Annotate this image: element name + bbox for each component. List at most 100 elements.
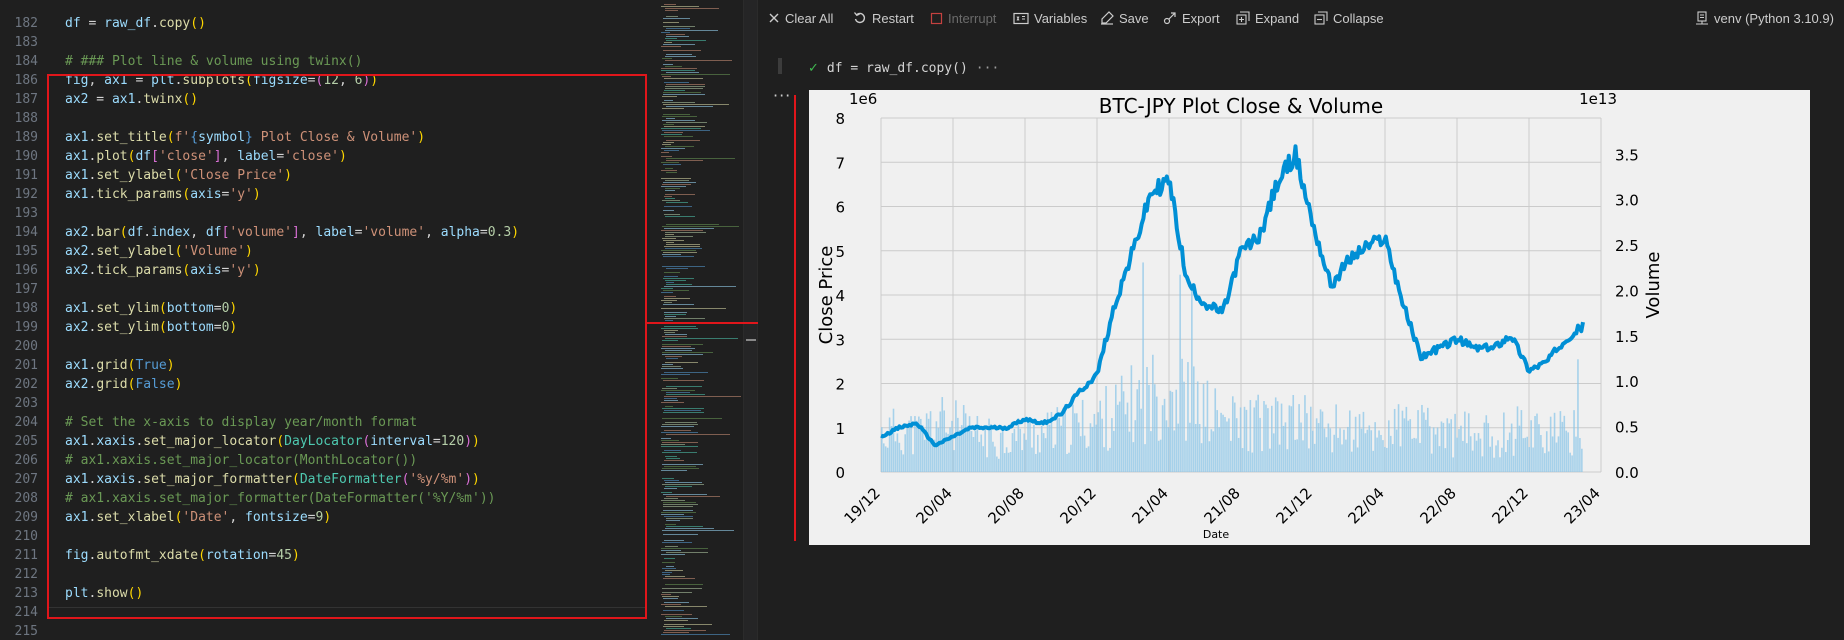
volume-bar (1292, 394, 1295, 472)
line-number: 190 (14, 149, 38, 164)
expand-icon (1236, 11, 1250, 25)
minimap-stroke (662, 588, 702, 589)
volume-bar (1563, 415, 1566, 472)
x-tick-label: 20/12 (1057, 484, 1100, 527)
volume-bar (1037, 434, 1039, 472)
volume-bar (1495, 445, 1497, 472)
line-number: 210 (14, 529, 38, 544)
line-number: 208 (14, 491, 38, 506)
collapse-button[interactable]: Collapse (1314, 9, 1384, 27)
minimap-stroke (663, 142, 674, 143)
volume-bar (1536, 413, 1538, 472)
volume-bar (1350, 451, 1353, 472)
volume-bar (1444, 448, 1447, 472)
volume-bar (1280, 403, 1283, 472)
minimap-stroke (665, 168, 673, 169)
volume-bar (1005, 447, 1008, 472)
y2-tick-label: 1.5 (1615, 328, 1639, 346)
cell-input-collapsed[interactable]: ✓ df = raw_df.copy() ··· (808, 61, 999, 76)
volume-bar (1370, 430, 1373, 472)
expand-button[interactable]: Expand (1236, 9, 1299, 27)
minimap-stroke (662, 442, 698, 443)
volume-bar (1553, 412, 1556, 472)
y2-tick-label: 3.0 (1615, 192, 1639, 210)
interrupt-button[interactable]: Interrupt (930, 9, 996, 27)
volume-bar (1218, 427, 1220, 472)
volume-bar (1389, 435, 1392, 472)
volume-bar (1337, 437, 1339, 472)
volume-bar (1446, 418, 1449, 472)
minimap-stroke (664, 430, 691, 431)
minimap-stroke (663, 256, 694, 257)
line-number: 204 (14, 415, 38, 430)
volume-bar (1395, 429, 1398, 472)
volume-bar (1173, 430, 1176, 472)
save-button[interactable]: Save (1100, 9, 1149, 27)
minimap-stroke (661, 548, 708, 549)
restart-button[interactable]: Restart (853, 9, 914, 27)
more-code-ellipsis[interactable]: ··· (976, 61, 999, 76)
scrollbar-thumb[interactable] (746, 339, 756, 341)
minimap-stroke (663, 278, 694, 279)
y-offset-label: 1e6 (849, 90, 877, 108)
code-editor[interactable]: 182 df = raw_df.copy() 183 184 # ### Plot li… (0, 0, 659, 640)
volume-bar (1352, 439, 1355, 472)
minimap-stroke (662, 238, 676, 239)
minimap-stroke (661, 300, 677, 301)
collapse-label: Collapse (1333, 10, 1384, 26)
volume-bar (1428, 426, 1431, 472)
volume-bar (1555, 442, 1558, 472)
volume-bar (1335, 404, 1337, 472)
volume-bar (1514, 438, 1517, 472)
volume-bar (1397, 404, 1400, 472)
volume-bar (1027, 418, 1029, 472)
minimap-stroke (661, 446, 698, 447)
volume-bar (980, 434, 983, 472)
minimap-stroke (662, 344, 703, 345)
volume-bar (1421, 404, 1423, 472)
volume-bar (1196, 381, 1199, 472)
output-menu-icon[interactable]: ··· (773, 88, 791, 104)
volume-bar (1060, 425, 1062, 472)
minimap-stroke (662, 266, 705, 267)
minimap-stroke (663, 240, 684, 241)
volume-bar (1417, 410, 1419, 472)
volume-bar (1210, 429, 1213, 472)
volume-bar (1524, 437, 1527, 472)
volume-bar (1230, 440, 1232, 472)
minimap-stroke (662, 452, 697, 453)
volume-bar (1489, 446, 1491, 472)
kernel-picker[interactable]: venv (Python 3.10.9) (1695, 9, 1834, 27)
volume-bar (923, 439, 926, 472)
clear-all-button[interactable]: Clear All (768, 9, 833, 27)
volume-bar (1460, 425, 1462, 472)
minimap-stroke (661, 292, 673, 293)
volume-bar (1194, 423, 1197, 472)
volume-bar (912, 454, 914, 472)
minimap-stroke (661, 348, 695, 349)
volume-bar (1323, 428, 1326, 472)
volume-bar (1469, 436, 1472, 472)
minimap-stroke (664, 276, 678, 277)
volume-bar (1434, 434, 1437, 472)
volume-bar (1475, 440, 1478, 472)
x-tick-label: 20/08 (985, 484, 1028, 527)
volume-bar (1245, 409, 1248, 472)
volume-bar (1520, 410, 1523, 472)
minimap-stroke (663, 534, 698, 535)
volume-bar (1388, 420, 1390, 472)
volume-bar (1093, 413, 1096, 472)
minimap-stroke (665, 334, 687, 335)
volume-bar (1499, 457, 1501, 472)
minimap-stroke (665, 356, 682, 357)
minimap-stroke (666, 118, 675, 119)
minimap-stroke (664, 82, 689, 83)
volume-bar (1487, 423, 1490, 472)
y-axis-label: Close Price (816, 246, 837, 345)
volume-bar (1581, 448, 1583, 472)
variables-button[interactable]: Variables (1013, 9, 1087, 27)
interactive-toolbar: Clear All Restart Interrupt Variables Sa… (758, 0, 1844, 36)
minimap-stroke (666, 358, 678, 359)
export-button[interactable]: Export (1163, 9, 1220, 27)
volume-bar (927, 418, 930, 472)
